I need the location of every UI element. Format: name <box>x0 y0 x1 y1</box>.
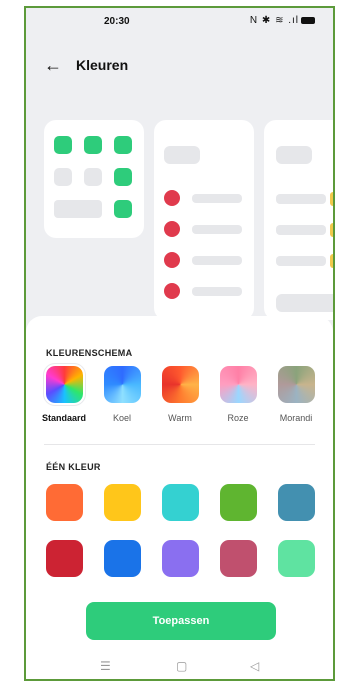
preview-card-list <box>154 120 254 320</box>
preview-bar <box>54 200 102 218</box>
swatch-purple[interactable] <box>162 540 199 577</box>
back-arrow-icon[interactable]: ← <box>44 54 62 76</box>
preview-dot <box>164 283 180 299</box>
scheme-roze-icon <box>219 366 257 403</box>
preview-square <box>84 168 102 186</box>
scheme-koel-icon <box>103 366 141 403</box>
preview-dot <box>164 221 180 237</box>
page-title: Kleuren <box>76 57 129 73</box>
swatch-orange[interactable] <box>46 484 83 521</box>
menu-icon[interactable]: ☰ <box>100 659 111 673</box>
scheme-section-label: KLEURENSCHEMA <box>46 348 133 358</box>
status-icons-text: N ✱ ≋ .ıl <box>249 15 299 26</box>
swatch-green[interactable] <box>220 484 257 521</box>
preview-bar <box>276 146 312 164</box>
preview-dot <box>164 252 180 268</box>
preview-square <box>84 136 102 154</box>
preview-square <box>330 223 333 237</box>
preview-square <box>330 192 333 206</box>
preview-square <box>330 254 333 268</box>
preview-square <box>54 168 72 186</box>
scheme-morandi[interactable]: Morandi <box>268 366 324 423</box>
scheme-label: Standaard <box>41 413 86 423</box>
preview-card-grid <box>44 120 144 238</box>
navigation-bar: ☰ ▢ ◁ <box>26 653 333 679</box>
preview-bar <box>192 287 242 296</box>
home-icon[interactable]: ▢ <box>176 659 187 673</box>
scheme-warm-icon <box>161 366 199 403</box>
back-icon[interactable]: ◁ <box>250 659 259 673</box>
scheme-morandi-icon <box>277 366 315 403</box>
scheme-warm[interactable]: Warm <box>152 366 208 423</box>
swatch-red[interactable] <box>46 540 83 577</box>
scheme-label: Roze <box>227 413 249 423</box>
status-icons: N ✱ ≋ .ıl <box>250 15 315 26</box>
scheme-label: Koel <box>112 413 131 423</box>
swatch-teal-blue[interactable] <box>278 484 315 521</box>
preview-bar <box>192 194 242 203</box>
color-options-sheet: KLEURENSCHEMA Standaard Koel Warm Roze M… <box>26 316 333 679</box>
swatch-cyan[interactable] <box>162 484 199 521</box>
apply-button[interactable]: Toepassen <box>86 602 276 640</box>
preview-bar <box>276 225 326 235</box>
preview-bar <box>192 256 242 265</box>
preview-bar <box>276 256 326 266</box>
scheme-standaard-icon <box>43 364 85 405</box>
swatch-mint[interactable] <box>278 540 315 577</box>
preview-bar <box>192 225 242 234</box>
preview-dot <box>164 190 180 206</box>
preview-bar <box>164 146 200 164</box>
swatch-rose[interactable] <box>220 540 257 577</box>
battery-icon <box>301 16 315 24</box>
scheme-label: Warm <box>168 413 192 423</box>
preview-square <box>114 200 132 218</box>
status-time: 20:30 <box>104 16 130 27</box>
preview-square <box>114 168 132 186</box>
scheme-koel[interactable]: Koel <box>94 366 150 423</box>
theme-preview <box>26 120 333 330</box>
swatch-yellow[interactable] <box>104 484 141 521</box>
preview-square <box>54 136 72 154</box>
scheme-label: Morandi <box>279 413 313 423</box>
header: ← Kleuren <box>26 54 333 82</box>
preview-square <box>114 136 132 154</box>
status-bar: 20:30 N ✱ ≋ .ıl <box>26 8 333 36</box>
phone-screen: 20:30 N ✱ ≋ .ıl ← Kleuren KLEURENSCHEMA … <box>24 6 335 681</box>
single-color-section-label: ÉÉN KLEUR <box>46 462 101 472</box>
divider <box>44 444 315 445</box>
swatch-blue[interactable] <box>104 540 141 577</box>
scheme-standaard[interactable]: Standaard <box>36 364 92 423</box>
scheme-roze[interactable]: Roze <box>210 366 266 423</box>
preview-card-settings <box>264 120 333 320</box>
preview-bar <box>276 294 333 312</box>
preview-bar <box>276 194 326 204</box>
